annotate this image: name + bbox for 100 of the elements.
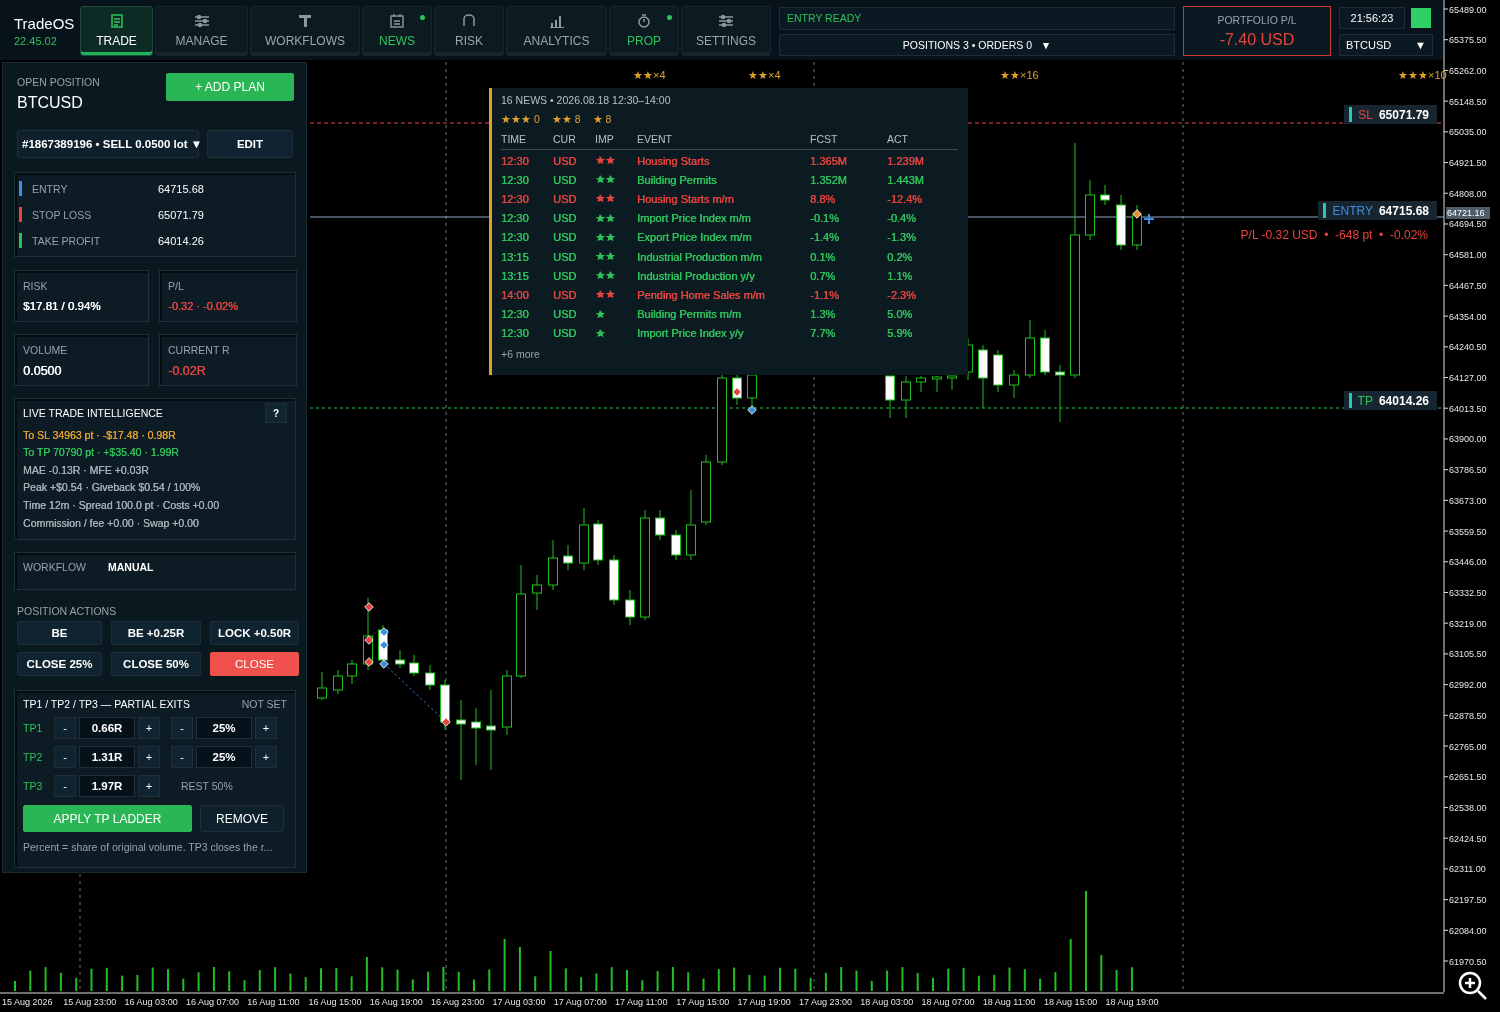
price-label: 65375.50: [1449, 35, 1487, 46]
increment-button[interactable]: +: [255, 746, 277, 768]
nav-tab[interactable]: SETTINGS: [681, 6, 771, 56]
table-cell-text: 12:30: [501, 192, 530, 205]
positions-dropdown[interactable]: POSITIONS 3 • ORDERS 0 ▼: [779, 33, 1175, 56]
level-tag[interactable]: TP 64014.26: [1343, 391, 1437, 410]
table-cell-text: 13:15: [501, 250, 530, 263]
price-label: 61970.50: [1449, 956, 1487, 967]
symbol-dropdown[interactable]: BTCUSD ▼: [1339, 33, 1433, 56]
portfolio-value: -7.40 USD: [1219, 30, 1295, 49]
percent-field[interactable]: 25%: [196, 746, 252, 768]
action-button[interactable]: BE +0.25R: [111, 621, 201, 645]
table-cell-text: USD: [553, 231, 578, 244]
table-cell-text: 0.2%: [887, 250, 914, 263]
action-button[interactable]: BE: [17, 621, 102, 645]
time-label: 15 Aug 23:00: [63, 997, 117, 1007]
column-header: EVENT: [637, 133, 673, 145]
time-label: 17 Aug 11:00: [615, 997, 668, 1007]
nav-tab[interactable]: WORKFLOWS: [250, 6, 360, 56]
decrement-button[interactable]: -: [171, 746, 193, 768]
action-button[interactable]: CLOSE 50%: [111, 652, 201, 676]
action-button[interactable]: CLOSE: [210, 652, 299, 676]
price-label: 63559.50: [1449, 526, 1487, 537]
decrement-button[interactable]: -: [54, 746, 76, 768]
table-cell-text: ★★: [595, 269, 616, 283]
metric-value: -0.02R: [168, 364, 207, 378]
candle: [1085, 179, 1095, 241]
nav-tab[interactable]: NEWS: [362, 6, 432, 56]
candle: [1116, 194, 1126, 251]
candle: [1009, 369, 1019, 399]
impact-count: ★★ 8: [551, 113, 581, 125]
table-cell-text: 0.7%: [810, 269, 837, 282]
target-field[interactable]: 1.31R: [79, 746, 135, 768]
more-link[interactable]: +6 more: [501, 347, 958, 360]
news-marker[interactable]: ★★×4: [633, 69, 666, 82]
time-label: 16 Aug 07:00: [185, 997, 239, 1007]
tp-label: TP3: [23, 780, 44, 792]
table-cell-text: Import Price Index m/m: [637, 212, 752, 225]
ticket-dropdown[interactable]: #1867389196 • SELL 0.0500 lot ▼: [17, 130, 199, 158]
table-cell-text: Housing Starts: [637, 154, 711, 167]
news-marker[interactable]: ★★×16: [1000, 69, 1039, 82]
table-cell-text: ★★: [595, 173, 616, 187]
level-tag[interactable]: SL 65071.79: [1344, 105, 1437, 124]
table-cell-text: USD: [553, 327, 578, 340]
column-header: CUR: [553, 133, 577, 145]
nav-tab[interactable]: PROP: [609, 6, 679, 56]
percent-field[interactable]: 25%: [196, 717, 252, 739]
nav-tab[interactable]: RISK: [434, 6, 504, 56]
metric-value: -0.32 · -0.02%: [168, 300, 239, 312]
price-label: 63219.00: [1449, 618, 1487, 629]
target-field[interactable]: 0.66R: [79, 717, 135, 739]
price-label: 63900.00: [1449, 434, 1487, 445]
table-cell-text: ★★: [595, 192, 616, 206]
news-marker[interactable]: ★★★×10: [1398, 69, 1447, 82]
trade-marker-icon: [747, 405, 757, 415]
tp-ladder-title: TP1 / TP2 / TP3 — PARTIAL EXITS: [23, 698, 190, 710]
trade-marker-icon: [379, 627, 389, 637]
decrement-button[interactable]: -: [171, 717, 193, 739]
table-cell-text: 12:30: [501, 173, 530, 186]
table-cell-text: Industrial Production m/m: [637, 250, 763, 263]
increment-button[interactable]: +: [138, 717, 160, 739]
candle: [993, 349, 1003, 393]
action-button[interactable]: CLOSE 25%: [17, 652, 102, 676]
metric-label: RISK: [23, 280, 49, 292]
table-cell-text: Housing Starts m/m: [637, 192, 735, 205]
table-cell-text: USD: [553, 288, 578, 301]
price-label: 64921.50: [1449, 158, 1487, 169]
rest-label: REST 50%: [181, 780, 233, 792]
section-title: POSITION ACTIONS: [16, 605, 118, 617]
level-label: TP: [1357, 393, 1373, 408]
action-button[interactable]: LOCK +0.50R: [210, 621, 299, 645]
table-cell-text: 1.443M: [887, 173, 925, 186]
table-cell-text: 12:30: [501, 327, 530, 340]
position-symbol: BTCUSD: [17, 94, 84, 112]
increment-button[interactable]: +: [138, 775, 160, 797]
candle: [425, 664, 435, 691]
remove-button[interactable]: REMOVE: [200, 805, 284, 832]
table-cell-text: -2.3%: [887, 288, 917, 301]
level-value: 65071.79: [158, 208, 204, 221]
help-button[interactable]: ?: [265, 403, 287, 423]
level-value: 64014.26: [158, 234, 204, 247]
edit-button[interactable]: EDIT: [207, 130, 293, 158]
target-field[interactable]: 1.97R: [79, 775, 135, 797]
nav-tab[interactable]: TRADE: [80, 6, 153, 56]
decrement-button[interactable]: -: [54, 775, 76, 797]
price-label: 63786.50: [1449, 465, 1487, 476]
table-cell-text: 14:00: [501, 288, 530, 301]
increment-button[interactable]: +: [255, 717, 277, 739]
nav-tab[interactable]: ANALYTICS: [506, 6, 607, 56]
price-label: 63332.50: [1449, 588, 1487, 598]
pl-readout: P/L -0.32 USD • -648 pt • -0.02%: [1240, 228, 1428, 242]
zoom-icon[interactable]: [1458, 971, 1488, 1001]
candle: [1055, 364, 1065, 423]
decrement-button[interactable]: -: [54, 717, 76, 739]
table-cell-text: 12:30: [501, 212, 530, 225]
increment-button[interactable]: +: [138, 746, 160, 768]
nav-tab[interactable]: MANAGE: [155, 6, 248, 56]
price-tag: 64721.16: [1446, 207, 1490, 219]
news-marker[interactable]: ★★×4: [748, 69, 781, 82]
level-tag[interactable]: ENTRY 64715.68: [1318, 201, 1437, 220]
